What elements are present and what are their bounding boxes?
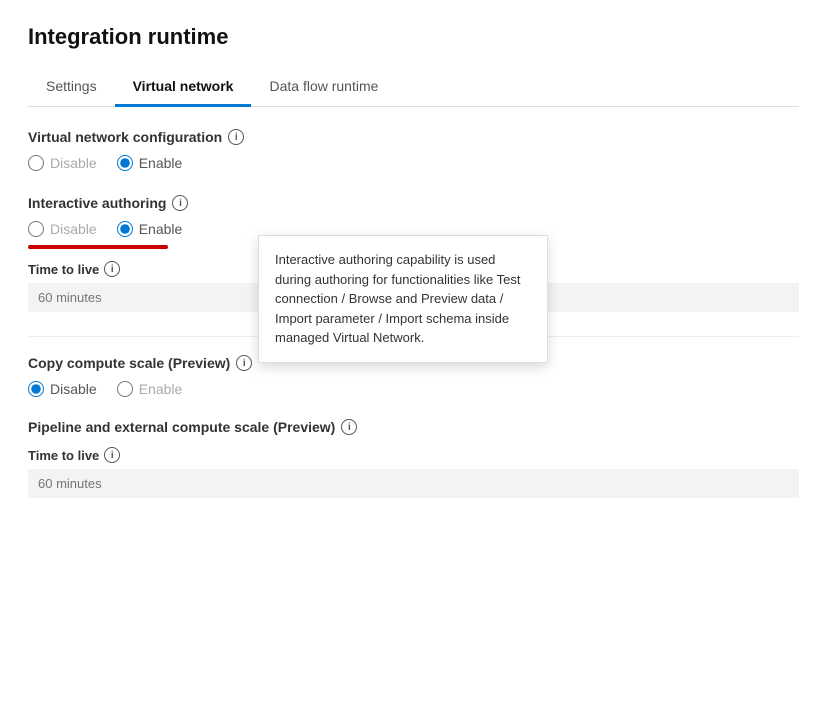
- virtual-network-config-radio-group: Disable Enable: [28, 155, 799, 171]
- interactive-authoring-disable-radio[interactable]: [28, 221, 44, 237]
- page-title: Integration runtime: [28, 24, 799, 50]
- time-to-live-interactive-info-icon[interactable]: i: [104, 261, 120, 277]
- time-to-live-pipeline-label: Time to live i: [28, 447, 799, 463]
- virtual-network-config-label: Virtual network configuration i: [28, 129, 799, 145]
- time-to-live-pipeline-block: Time to live i: [28, 447, 799, 498]
- virtual-network-enable-radio[interactable]: [117, 155, 133, 171]
- tab-virtual-network[interactable]: Virtual network: [115, 68, 252, 107]
- copy-compute-radio-group: Disable Enable: [28, 381, 799, 397]
- copy-compute-info-icon[interactable]: i: [236, 355, 252, 371]
- virtual-network-disable-radio[interactable]: [28, 155, 44, 171]
- interactive-authoring-progress-bar: [28, 245, 168, 249]
- copy-compute-disable-radio[interactable]: [28, 381, 44, 397]
- time-to-live-pipeline-info-icon[interactable]: i: [104, 447, 120, 463]
- interactive-authoring-tooltip: Interactive authoring capability is used…: [258, 235, 548, 363]
- pipeline-external-info-icon[interactable]: i: [341, 419, 357, 435]
- time-to-live-pipeline-input[interactable]: [28, 469, 799, 498]
- interactive-authoring-enable-radio[interactable]: [117, 221, 133, 237]
- virtual-network-enable-option[interactable]: Enable: [117, 155, 183, 171]
- tabs-container: Settings Virtual network Data flow runti…: [28, 68, 799, 107]
- interactive-authoring-info-icon[interactable]: i: [172, 195, 188, 211]
- interactive-authoring-section: Interactive authoring i Disable Enable I…: [28, 195, 799, 312]
- interactive-authoring-enable-option[interactable]: Enable: [117, 221, 183, 237]
- tab-data-flow-runtime[interactable]: Data flow runtime: [251, 68, 396, 107]
- interactive-authoring-label: Interactive authoring i: [28, 195, 799, 211]
- copy-compute-enable-radio[interactable]: [117, 381, 133, 397]
- pipeline-external-label: Pipeline and external compute scale (Pre…: [28, 419, 799, 435]
- virtual-network-config-section: Virtual network configuration i Disable …: [28, 129, 799, 171]
- copy-compute-enable-option[interactable]: Enable: [117, 381, 183, 397]
- tab-settings[interactable]: Settings: [28, 68, 115, 107]
- virtual-network-disable-option[interactable]: Disable: [28, 155, 97, 171]
- pipeline-external-section: Pipeline and external compute scale (Pre…: [28, 419, 799, 498]
- copy-compute-disable-option[interactable]: Disable: [28, 381, 97, 397]
- interactive-authoring-disable-option[interactable]: Disable: [28, 221, 97, 237]
- virtual-network-config-info-icon[interactable]: i: [228, 129, 244, 145]
